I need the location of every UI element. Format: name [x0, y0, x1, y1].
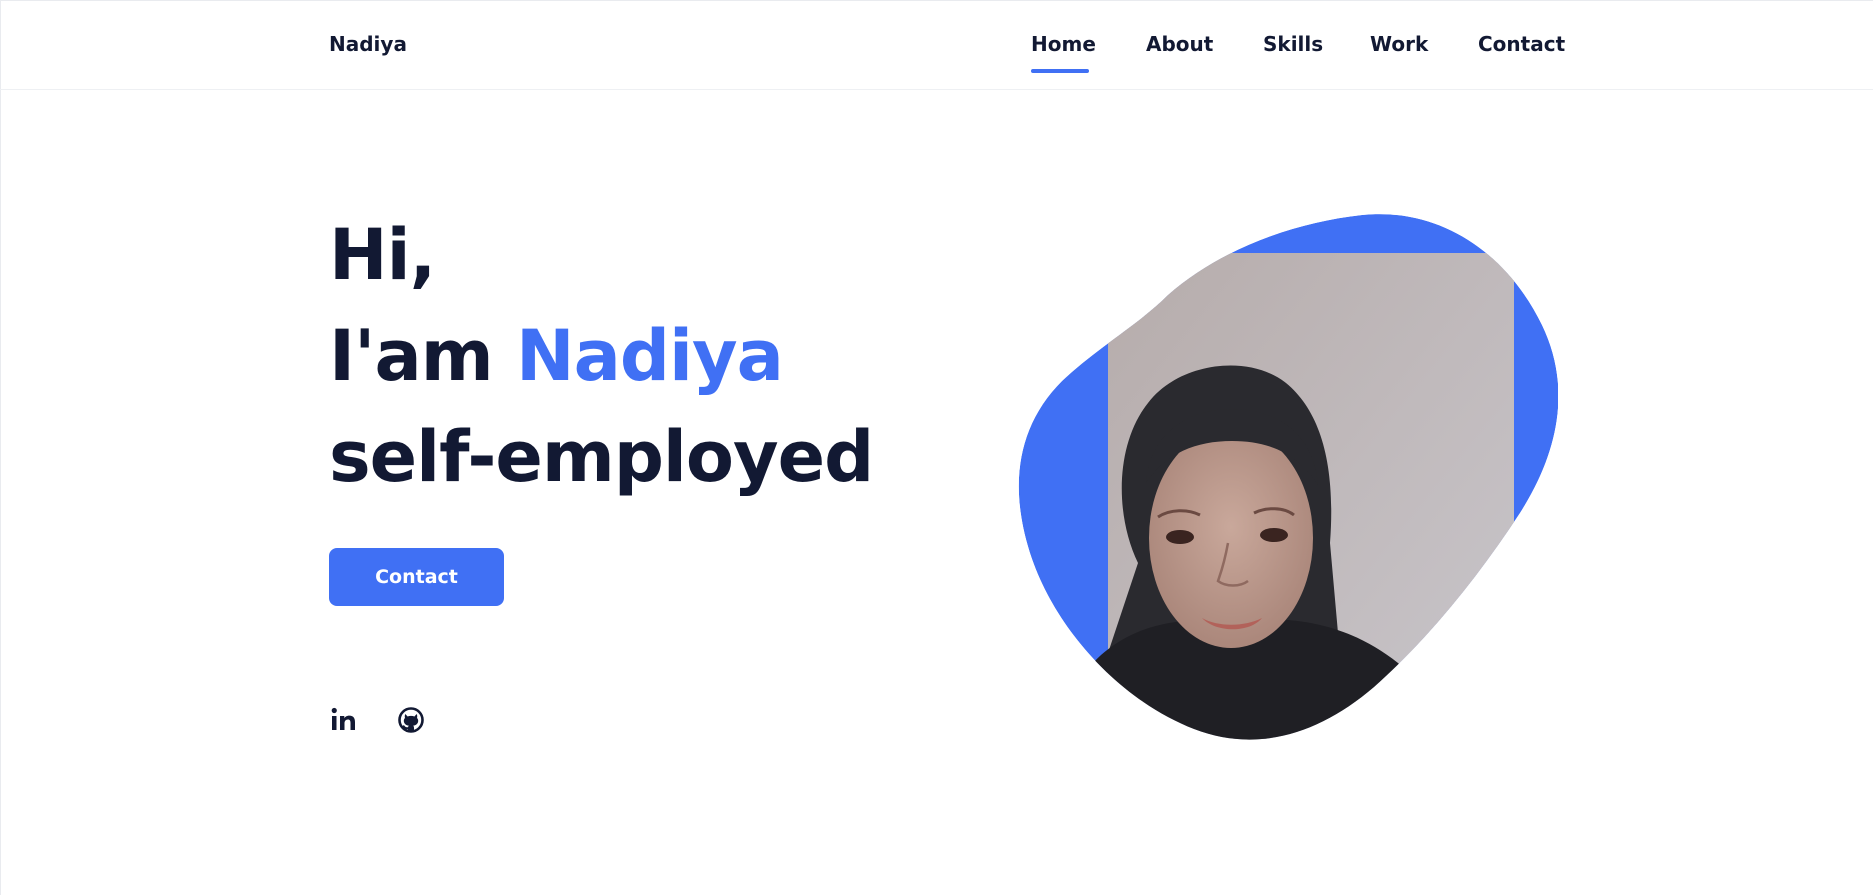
- nav-item-skills[interactable]: Skills: [1263, 32, 1323, 56]
- page-frame: [0, 0, 1873, 895]
- github-icon[interactable]: [396, 705, 426, 735]
- linkedin-icon[interactable]: [330, 705, 360, 735]
- nav-item-home[interactable]: Home: [1031, 32, 1096, 56]
- hero-greeting: Hi,: [329, 214, 436, 296]
- active-nav-indicator: [1031, 69, 1089, 73]
- hero-text: Hi, I'am Nadiya self-employed: [329, 205, 874, 508]
- nav-item-about[interactable]: About: [1146, 32, 1213, 56]
- hero-intro: I'am Nadiya: [329, 306, 873, 407]
- profile-photo: [1018, 213, 1558, 741]
- contact-button[interactable]: Contact: [329, 548, 504, 606]
- hero-name: Nadiya: [516, 315, 784, 397]
- hero-role: self-employed: [329, 416, 874, 498]
- main-nav: Home About Skills Work Contact: [0, 32, 1873, 92]
- header: Nadiya Home About Skills Work Contact: [0, 0, 1873, 90]
- nav-item-work[interactable]: Work: [1370, 32, 1428, 56]
- hero-intro-prefix: I'am: [329, 315, 517, 397]
- nav-item-contact[interactable]: Contact: [1478, 32, 1565, 56]
